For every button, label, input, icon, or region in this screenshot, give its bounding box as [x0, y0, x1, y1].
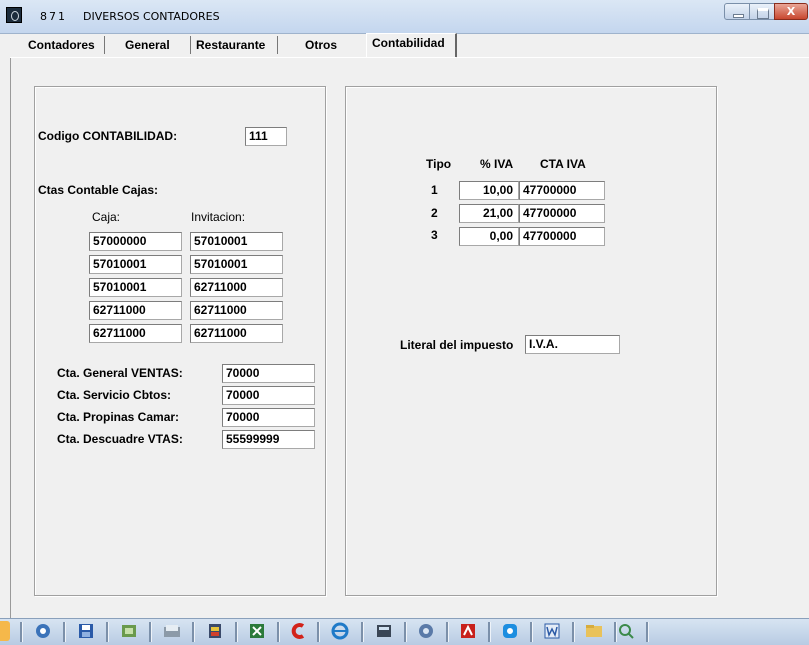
minimize-button[interactable]	[724, 3, 750, 20]
tab-separator	[190, 36, 191, 54]
tab-general[interactable]: General	[125, 36, 170, 54]
iva-field-2[interactable]: 21,00	[459, 204, 519, 223]
cta-descuadre-vtas-field[interactable]: 55599999	[222, 430, 315, 449]
start-partial-icon[interactable]	[0, 621, 10, 641]
window-left-edge	[10, 58, 11, 618]
taskbar-separator	[488, 622, 491, 642]
caja-column-label: Caja:	[92, 210, 121, 224]
excel-icon[interactable]	[245, 621, 269, 641]
close-button[interactable]: X	[774, 3, 808, 20]
calculator-icon[interactable]	[372, 621, 396, 641]
invitacion-column-label: Invitacion:	[191, 210, 246, 224]
cta-descuadre-vtas-label: Cta. Descuadre VTAS:	[57, 432, 183, 446]
taskbar-separator	[572, 622, 575, 642]
chrome-icon[interactable]	[31, 621, 55, 641]
taskbar-separator	[361, 622, 364, 642]
cta-iva-field-2[interactable]: 47700000	[519, 204, 605, 223]
tab-contadores[interactable]: Contadores	[28, 36, 95, 54]
caja-field-2[interactable]: 57010001	[89, 255, 182, 274]
globe-icon[interactable]	[414, 621, 438, 641]
iva-field-1[interactable]: 10,00	[459, 181, 519, 200]
window-title: DIVERSOS CONTADORES	[83, 10, 220, 23]
taskbar-separator	[20, 622, 23, 642]
search-icon[interactable]	[614, 621, 638, 641]
codigo-field[interactable]: 111	[245, 127, 287, 146]
word-icon[interactable]	[540, 621, 564, 641]
taskbar-separator	[149, 622, 152, 642]
cta-servicio-cbtos-field[interactable]: 70000	[222, 386, 315, 405]
cta-iva-header: CTA IVA	[540, 157, 586, 171]
window-code: 871	[40, 10, 67, 23]
pdf-icon[interactable]	[456, 621, 480, 641]
taskbar-separator	[317, 622, 320, 642]
tipo-header: Tipo	[426, 157, 452, 171]
literal-impuesto-field[interactable]: I.V.A.	[525, 335, 620, 354]
taskbar-separator	[192, 622, 195, 642]
iva-header: % IVA	[480, 157, 514, 171]
tipo-value-1: 1	[431, 183, 438, 197]
tools-icon[interactable]	[203, 621, 227, 641]
caja-field-3[interactable]: 57010001	[89, 278, 182, 297]
taskbar-separator	[235, 622, 238, 642]
app-icon[interactable]	[6, 7, 22, 23]
taskbar-separator	[277, 622, 280, 642]
ctas-label: Ctas Contable Cajas:	[38, 183, 159, 197]
cta-general-ventas-label: Cta. General VENTAS:	[57, 366, 183, 380]
tab-underline	[10, 57, 456, 58]
c-icon[interactable]	[287, 621, 311, 641]
taskbar-separator	[106, 622, 109, 642]
explorer-icon[interactable]	[582, 621, 606, 641]
cta-servicio-cbtos-label: Cta. Servicio Cbtos:	[57, 388, 172, 402]
maximize-button[interactable]	[749, 3, 775, 20]
tab-restaurante[interactable]: Restaurante	[196, 36, 265, 54]
tab-separator	[277, 36, 278, 54]
tab-contabilidad[interactable]: Contabilidad	[372, 34, 445, 52]
cta-propinas-camar-field[interactable]: 70000	[222, 408, 315, 427]
cd-icon[interactable]	[117, 621, 141, 641]
ie-icon[interactable]	[328, 621, 352, 641]
tipo-value-3: 3	[431, 228, 438, 242]
literal-impuesto-label: Literal del impuesto	[400, 338, 514, 352]
cta-propinas-camar-label: Cta. Propinas Camar:	[57, 410, 180, 424]
cta-iva-field-1[interactable]: 47700000	[519, 181, 605, 200]
taskbar-separator	[404, 622, 407, 642]
caja-field-1[interactable]: 57000000	[89, 232, 182, 251]
invitacion-field-5[interactable]: 62711000	[190, 324, 283, 343]
tab-separator	[104, 36, 105, 54]
taskbar-separator	[646, 622, 649, 642]
folder-icon[interactable]	[160, 621, 184, 641]
caja-field-5[interactable]: 62711000	[89, 324, 182, 343]
invitacion-field-2[interactable]: 57010001	[190, 255, 283, 274]
invitacion-field-1[interactable]: 57010001	[190, 232, 283, 251]
tab-underline	[457, 57, 809, 58]
tab-otros[interactable]: Otros	[305, 36, 337, 54]
caja-field-4[interactable]: 62711000	[89, 301, 182, 320]
taskbar-separator	[63, 622, 66, 642]
save-icon[interactable]	[74, 621, 98, 641]
invitacion-field-4[interactable]: 62711000	[190, 301, 283, 320]
tipo-value-2: 2	[431, 206, 438, 220]
cta-iva-field-3[interactable]: 47700000	[519, 227, 605, 246]
cta-general-ventas-field[interactable]: 70000	[222, 364, 315, 383]
taskbar-separator	[530, 622, 533, 642]
iva-field-3[interactable]: 0,00	[459, 227, 519, 246]
codigo-label: Codigo CONTABILIDAD:	[38, 129, 178, 143]
taskbar-separator	[446, 622, 449, 642]
invitacion-field-3[interactable]: 62711000	[190, 278, 283, 297]
skype-icon[interactable]	[498, 621, 522, 641]
